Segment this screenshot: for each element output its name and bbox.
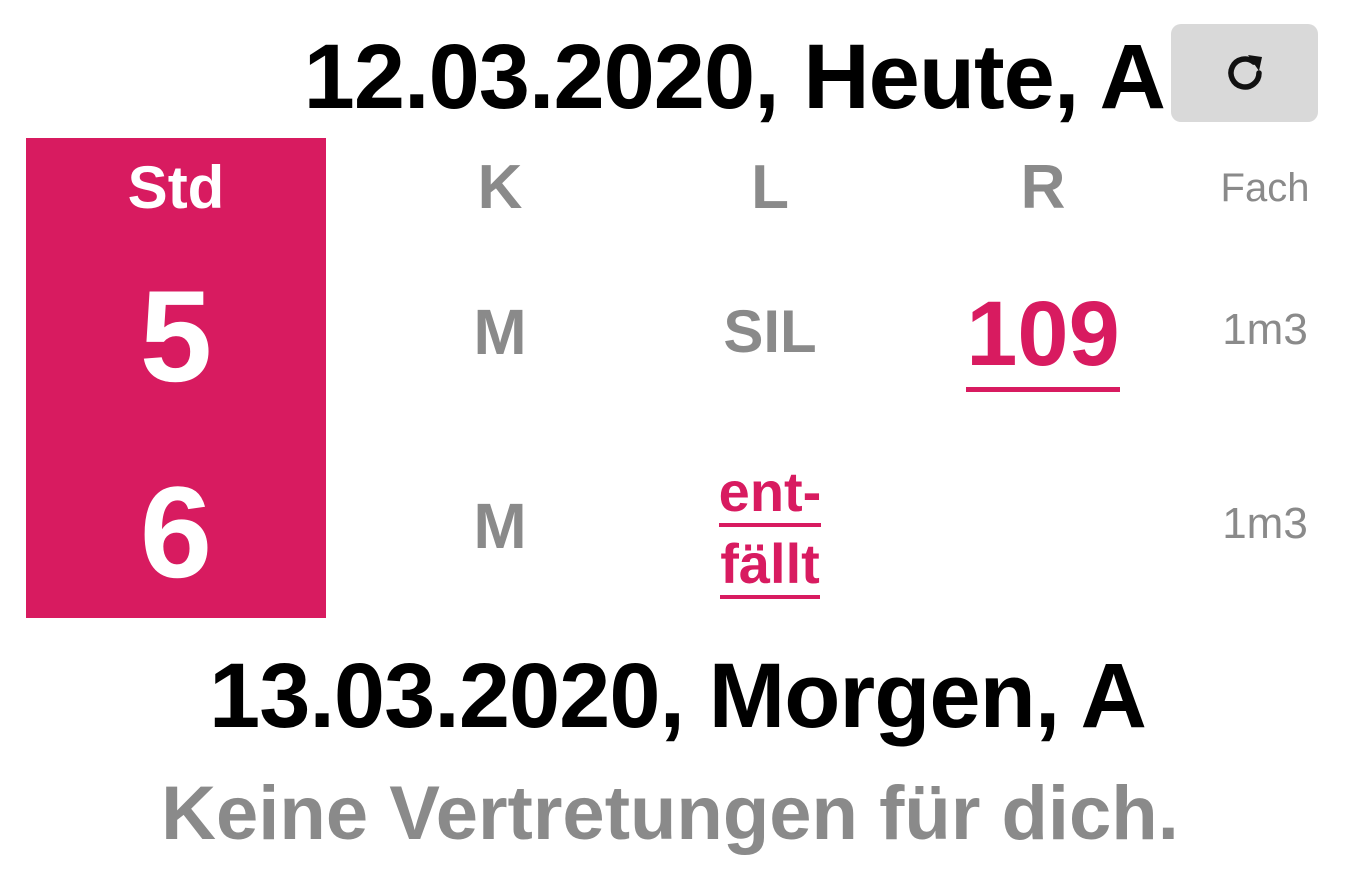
column-header-subject: Fach — [1220, 166, 1310, 210]
refresh-icon — [1227, 55, 1262, 90]
table-cell-subject: 1m3 — [1222, 499, 1308, 548]
table-cell-class: M — [473, 490, 527, 562]
tomorrow-date-title: 13.03.2020, Morgen, A — [209, 645, 1147, 747]
no-substitutions-message: Keine Vertretungen für dich. — [161, 771, 1179, 856]
room-change-value: 109 — [966, 283, 1120, 392]
column-header-class: K — [477, 153, 523, 222]
table-cell-class: M — [473, 296, 527, 368]
room-change-link[interactable]: 109 — [940, 283, 1146, 392]
substitution-plan: 12.03.2020, Heute, A Std 5 6 K L R Fach … — [0, 0, 1355, 881]
column-header-std: Std — [127, 154, 225, 221]
cancelled-label-line2: fällt — [720, 532, 820, 599]
table-cell-subject: 1m3 — [1222, 305, 1308, 354]
table-cell-teacher: SIL — [723, 298, 817, 365]
today-date-title: 12.03.2020, Heute, A — [303, 26, 1166, 128]
lesson-number: 6 — [139, 459, 213, 605]
lesson-number: 5 — [139, 263, 213, 409]
column-header-teacher: L — [751, 153, 789, 222]
refresh-button[interactable] — [1171, 24, 1318, 122]
cancelled-link[interactable]: ent- fällt — [670, 456, 870, 600]
cancelled-label-line1: ent- — [718, 460, 822, 527]
column-header-room: R — [1020, 153, 1066, 222]
